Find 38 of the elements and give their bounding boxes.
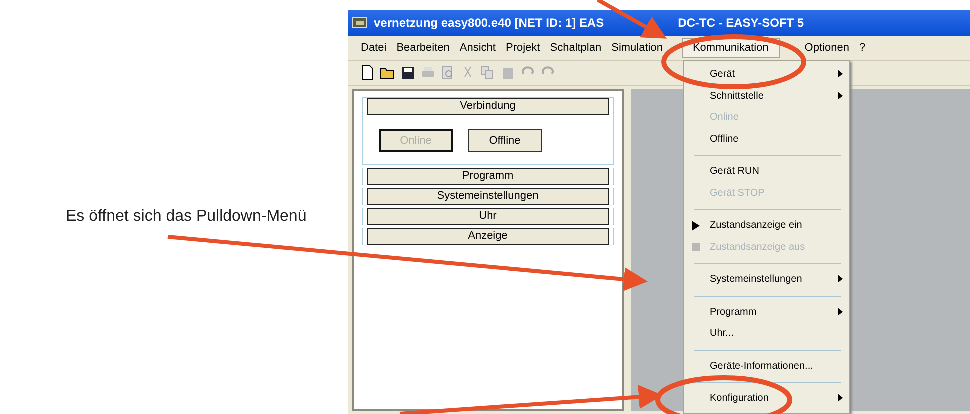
menu-item[interactable]: Projekt	[500, 38, 546, 58]
submenu-arrow-icon	[838, 394, 843, 402]
square-icon	[692, 242, 700, 250]
section-header[interactable]: Anzeige	[367, 228, 609, 245]
menu-option[interactable]: Schnittstelle	[684, 86, 849, 107]
menu-item[interactable]: Ansicht	[454, 38, 501, 58]
menu-option[interactable]: Programm	[684, 302, 849, 323]
menu-option[interactable]: Gerät RUN	[684, 161, 849, 182]
submenu-arrow-icon	[838, 308, 843, 316]
submenu-arrow-icon	[838, 70, 843, 78]
menu-item[interactable]: ?	[854, 38, 871, 58]
menu-item[interactable]: Simulation	[606, 38, 668, 58]
menu-item[interactable]: Optionen	[800, 38, 854, 58]
menu-option[interactable]: Systemeinstellungen	[684, 269, 849, 290]
bullet-icon	[692, 221, 700, 231]
annotation-text: Es öffnet sich das Pulldown-Menü	[66, 208, 307, 225]
copy-icon[interactable]	[480, 65, 496, 81]
submenu-arrow-icon	[838, 92, 843, 100]
menu-item[interactable]: Bearbeiten	[392, 38, 455, 58]
menu-option[interactable]: Geräte-Informationen...	[684, 356, 849, 377]
section-header[interactable]: Systemeinstellungen	[367, 188, 609, 205]
window-title: DC-TC - EASY-SOFT 5	[678, 16, 804, 30]
section-header[interactable]: Uhr	[367, 208, 609, 225]
window-title: vernetzung easy800.e40 [NET ID: 1] EAS	[374, 16, 604, 30]
menu-option[interactable]: Uhr...	[684, 323, 849, 344]
menu-option[interactable]: Zustandsanzeige ein	[684, 215, 849, 236]
panel-button[interactable]: Offline	[468, 129, 542, 152]
new-file-icon[interactable]	[360, 65, 376, 81]
menu-item[interactable]: Datei	[356, 38, 392, 58]
menu-option[interactable]: Gerät	[684, 64, 849, 86]
menu-option[interactable]: Konfiguration	[684, 388, 849, 410]
section-header[interactable]: Verbindung	[367, 98, 609, 115]
menu-item[interactable]: Schaltplan	[545, 38, 607, 58]
section-header[interactable]: Programm	[367, 168, 609, 185]
app-icon	[352, 16, 368, 30]
save-icon[interactable]	[400, 65, 416, 81]
menu-option[interactable]: Offline	[684, 128, 849, 150]
submenu-arrow-icon	[838, 275, 843, 283]
